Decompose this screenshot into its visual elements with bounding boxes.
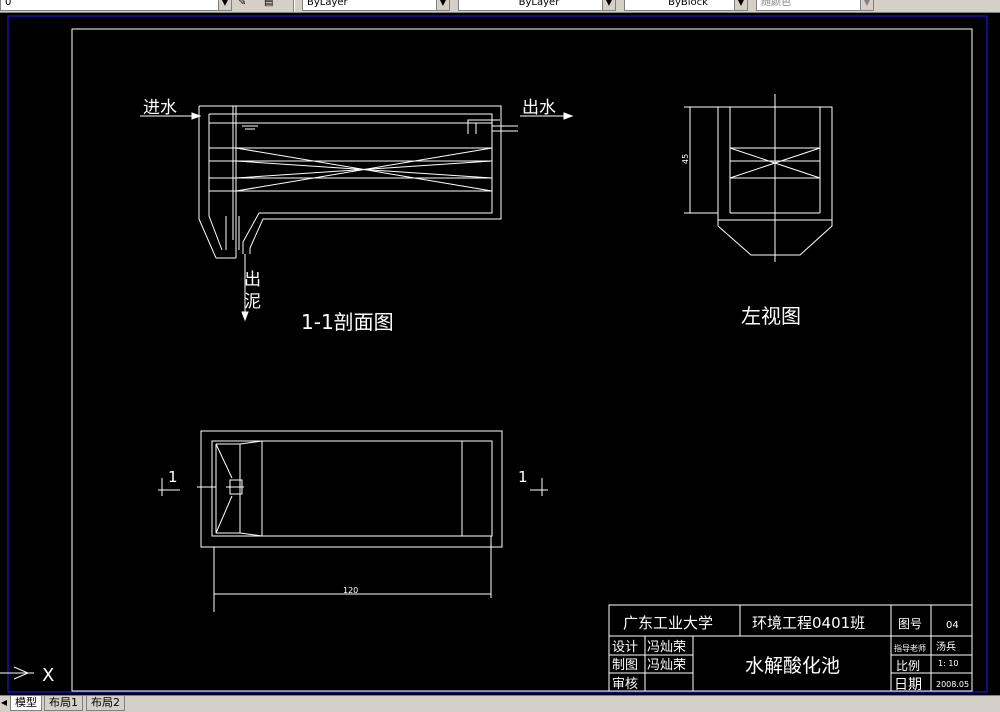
advisor-name: 汤兵 bbox=[936, 640, 956, 653]
drawing-no: 04 bbox=[946, 620, 959, 631]
section-view bbox=[140, 105, 572, 318]
linetype-dropdown[interactable]: ByLayer ▼ bbox=[458, 0, 616, 11]
cut-mark-left: 1 bbox=[168, 468, 178, 486]
water-in-label: 进水 bbox=[143, 98, 177, 118]
scale-label: 比例 bbox=[896, 659, 920, 673]
section-view-caption: 1-1剖面图 bbox=[301, 310, 394, 334]
lineweight-value: ByBlock bbox=[668, 0, 708, 8]
scale-value: 1: 10 bbox=[938, 659, 959, 668]
sludge-out-arrow-icon bbox=[241, 311, 249, 322]
tab-first-icon[interactable]: ◀ bbox=[0, 697, 8, 709]
design-name: 冯灿荣 bbox=[647, 640, 686, 655]
review-label: 审核 bbox=[612, 677, 638, 692]
color-dropdown[interactable]: ByLayer ▼ bbox=[302, 0, 450, 11]
sludge-out-label-2: 泥 bbox=[244, 292, 261, 312]
linetype-value: ByLayer bbox=[518, 0, 560, 8]
tab-layout-1[interactable]: 布局1 bbox=[44, 696, 83, 711]
color-value: ByLayer bbox=[307, 0, 348, 8]
cad-drawing-canvas[interactable]: 进水 出水 出 泥 1-1剖面图 左视图 45 1 1 120 广东工业大学 环… bbox=[0, 12, 1000, 695]
design-label: 设计 bbox=[612, 640, 638, 655]
tab-model[interactable]: 模型 bbox=[10, 696, 42, 711]
plan-view bbox=[158, 430, 548, 612]
left-view-caption: 左视图 bbox=[741, 304, 801, 328]
lineweight-dropdown[interactable]: ByBlock ▼ bbox=[624, 0, 748, 11]
class-name: 环境工程0401班 bbox=[752, 614, 865, 632]
school-name: 广东工业大学 bbox=[623, 614, 713, 632]
drawing-frame bbox=[71, 28, 973, 692]
tab-layout-2[interactable]: 布局2 bbox=[86, 696, 125, 711]
water-out-label: 出水 bbox=[522, 98, 556, 118]
toolbar-separator bbox=[293, 0, 295, 12]
drawing-no-label: 图号 bbox=[898, 617, 922, 631]
layer-value: 0 bbox=[5, 0, 12, 8]
plotstyle-value: 随颜色 bbox=[761, 0, 791, 8]
layout-tabs: ◀ 模型 布局1 布局2 bbox=[0, 695, 1000, 712]
chevron-down-icon[interactable]: ▼ bbox=[218, 0, 231, 10]
chevron-down-icon[interactable]: ▼ bbox=[602, 0, 615, 10]
ucs-axis-icon bbox=[0, 666, 34, 680]
sludge-out-label-1: 出 bbox=[244, 270, 261, 290]
date-value: 2008.05 bbox=[936, 680, 969, 689]
cut-mark-right: 1 bbox=[518, 468, 528, 486]
draft-name: 冯灿荣 bbox=[647, 658, 686, 673]
advisor-label: 指导老师 bbox=[894, 643, 926, 653]
chevron-down-icon[interactable]: ▼ bbox=[860, 0, 873, 10]
date-label: 日期 bbox=[894, 677, 922, 693]
left-view bbox=[684, 94, 833, 262]
layer-tools-icon[interactable]: ✎ bbox=[238, 0, 246, 8]
ucs-x-label: X bbox=[42, 665, 54, 686]
chevron-down-icon[interactable]: ▼ bbox=[734, 0, 747, 10]
plotstyle-dropdown[interactable]: 随颜色 ▼ bbox=[756, 0, 874, 11]
draft-label: 制图 bbox=[612, 658, 638, 673]
water-out-arrow-icon bbox=[563, 112, 574, 120]
plan-dimension: 120 bbox=[343, 586, 358, 595]
left-view-dimension: 45 bbox=[681, 154, 690, 164]
drawing-title: 水解酸化池 bbox=[745, 655, 840, 677]
chevron-down-icon[interactable]: ▼ bbox=[436, 0, 449, 10]
layer-manager-icon[interactable]: ▤ bbox=[264, 0, 273, 8]
layer-dropdown[interactable]: 0 ▼ bbox=[0, 0, 232, 11]
